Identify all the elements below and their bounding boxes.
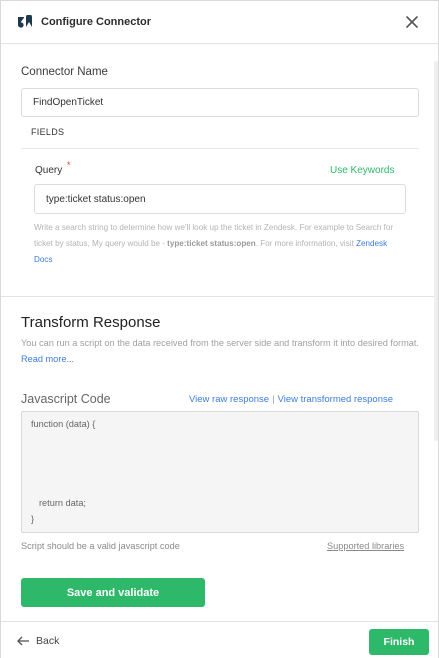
javascript-code-label: Javascript Code <box>21 392 111 406</box>
fields-section-label: FIELDS <box>31 127 65 137</box>
transform-description: You can run a script on the data receive… <box>21 336 423 367</box>
query-input[interactable]: type:ticket status:open <box>34 184 406 214</box>
script-validation-note: Script should be a valid javascript code <box>21 541 180 551</box>
use-keywords-link[interactable]: Use Keywords <box>330 165 394 176</box>
back-button[interactable]: Back <box>17 635 59 647</box>
javascript-code-editor[interactable]: function (data) { return data; } <box>21 411 419 533</box>
close-icon[interactable] <box>404 14 420 30</box>
finish-button[interactable]: Finish <box>369 629 429 655</box>
panel-header: Configure Connector <box>1 1 438 44</box>
connector-name-value: FindOpenTicket <box>33 97 104 108</box>
required-indicator: * <box>67 160 71 170</box>
panel-title: Configure Connector <box>41 16 151 28</box>
save-and-validate-button[interactable]: Save and validate <box>21 578 205 607</box>
section-divider <box>1 296 438 297</box>
query-help-text: Write a search string to determine how w… <box>34 220 404 268</box>
divider <box>21 148 419 149</box>
configure-connector-panel: Configure Connector Connector Name FindO… <box>0 0 439 658</box>
view-raw-response-link[interactable]: View raw response <box>189 394 269 405</box>
transform-description-text: You can run a script on the data receive… <box>21 338 419 348</box>
arrow-left-icon <box>17 636 29 646</box>
zendesk-logo-icon <box>18 15 32 28</box>
code-line: function (data) { <box>31 419 96 429</box>
help-text-part2: . For more information, visit <box>255 239 357 248</box>
read-more-link[interactable]: Read more... <box>21 354 74 364</box>
panel-footer: Back Finish <box>1 621 438 658</box>
transform-response-title: Transform Response <box>21 314 161 331</box>
help-example-query: type:ticket status:open <box>167 239 256 248</box>
link-separator: | <box>272 394 275 405</box>
supported-libraries-link[interactable]: Supported libraries <box>327 541 404 551</box>
response-view-links: View raw response | View transformed respo… <box>189 394 393 405</box>
panel-body: Connector Name FindOpenTicket FIELDS Que… <box>1 45 438 621</box>
query-value: type:ticket status:open <box>46 193 146 205</box>
code-line: } <box>31 514 35 524</box>
back-label: Back <box>36 635 60 647</box>
scrollbar[interactable] <box>434 61 438 441</box>
view-transformed-response-link[interactable]: View transformed response <box>278 394 393 405</box>
connector-name-input[interactable]: FindOpenTicket <box>21 88 419 117</box>
query-label: Query <box>35 165 63 176</box>
connector-name-label: Connector Name <box>21 66 108 78</box>
code-line: return data; <box>39 498 86 508</box>
